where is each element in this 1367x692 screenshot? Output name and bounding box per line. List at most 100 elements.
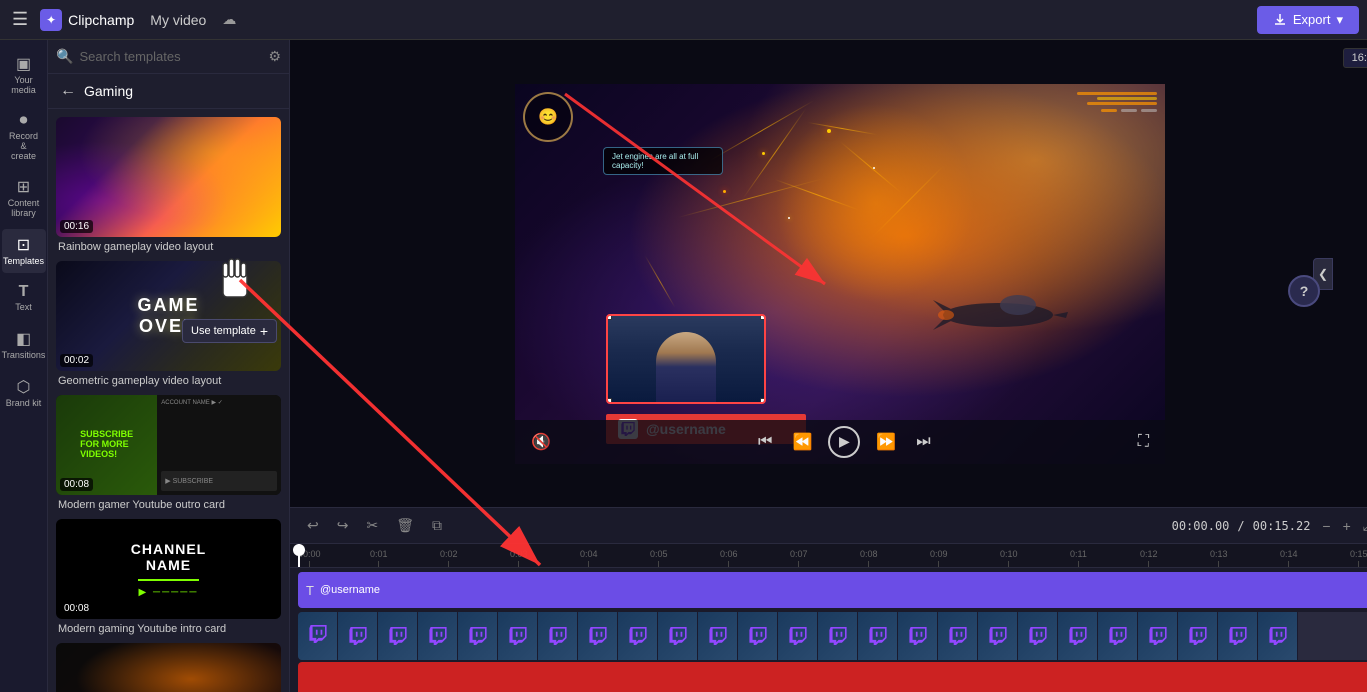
menu-icon[interactable]: ☰ [8,5,32,34]
timeline-tracks[interactable]: T @username [290,568,1367,692]
redo-btn[interactable]: ↪ [332,514,354,537]
panel-header: ← Gaming [48,74,289,109]
sidebar-item-templates[interactable]: ⊡ Templates [2,229,46,273]
copy-btn[interactable]: ⧉ [427,514,447,537]
ruler-mark-4: 0:04 [580,549,598,559]
cut-btn[interactable]: ✂ [361,514,383,537]
sidebar-item-transitions[interactable]: ◧ Transitions [2,323,46,367]
template-item-geometric[interactable]: GAME OVER 00:02 Use template + Geometric… [56,261,281,387]
template-item-outro[interactable]: SUBSCRIBEFOR MOREVIDEOS! ACCOUNT NAME ▶ … [56,395,281,511]
timeline-ruler: 00:00 0:01 0:02 0:03 0:04 [290,544,1367,568]
track-frame-21 [1098,612,1138,660]
rewind-btn[interactable]: ⏪ [788,430,816,454]
template-item-rainbow[interactable]: 00:16 Rainbow gameplay video layout [56,117,281,253]
track-overlay[interactable] [298,612,1367,660]
track-main-video[interactable] [298,662,1367,692]
track-frame-6 [498,612,538,660]
sidebar-icons: ▣ Your media ⏺ Record & create ⊞ Content… [0,40,48,692]
search-input[interactable] [79,49,262,64]
hud-overlay: 😊 Jet engines are all at full capacity! [523,92,1157,142]
tracks-inner: T @username [290,572,1367,692]
back-button[interactable]: ← [60,82,76,100]
resize-handle-tl[interactable] [606,314,612,320]
template-name-1: Rainbow gameplay video layout [56,241,281,253]
track-frame-11 [698,612,738,660]
track-frame-13 [778,612,818,660]
track-frame-4 [418,612,458,660]
track-frame-10 [658,612,698,660]
use-template-button[interactable]: Use template + [182,319,277,343]
panel-search: 🔍 ⚙ [48,40,289,74]
ruler-mark-10: 0:10 [1000,549,1018,559]
hud-bars [1077,92,1157,112]
undo-btn[interactable]: ↩ [302,514,324,537]
fit-btn[interactable]: ⤢ [1359,515,1367,536]
ruler-mark-7: 0:07 [790,549,808,559]
track-frame-20 [1058,612,1098,660]
track-text[interactable]: T @username [298,572,1367,608]
tmpl4-channel-text: CHANNELNAME [131,541,206,573]
template-name-2: Geometric gameplay video layout [56,375,281,387]
video-canvas: 😊 Jet engines are all at full capacity! [515,84,1165,464]
fullscreen-btn[interactable]: ⛶ [1134,431,1153,453]
track-frame-3 [378,612,418,660]
ruler-mark-1: 0:01 [370,549,388,559]
webcam-overlay[interactable] [606,314,766,404]
playhead-head [293,544,305,556]
app-logo[interactable]: ✦ Clipchamp [40,9,134,31]
zoom-out-btn[interactable]: − [1318,516,1334,536]
track-frame-15 [858,612,898,660]
transitions-label: Transitions [2,351,46,361]
sidebar-item-record-create[interactable]: ⏺ Record & create [2,106,46,168]
sidebar-item-content-library[interactable]: ⊞ Content library [2,171,46,225]
category-title: Gaming [84,83,133,99]
export-icon [1273,13,1287,27]
your-media-label: Your media [6,76,42,96]
forward-btn[interactable]: ⏩ [872,430,900,454]
track-frame-5 [458,612,498,660]
brand-kit-label: Brand kit [6,399,42,409]
resize-handle-bl[interactable] [606,398,612,404]
export-button[interactable]: Export ▾ [1257,6,1359,34]
filter-icon[interactable]: ⚙ [268,48,281,65]
app-name: Clipchamp [68,12,134,28]
templates-icon: ⊡ [17,235,30,255]
aspect-ratio-badge: 16:9 [1343,48,1367,68]
sidebar-item-your-media[interactable]: ▣ Your media [2,48,46,102]
ruler-mark-2: 0:02 [440,549,458,559]
ruler-mark-12: 0:12 [1140,549,1158,559]
template-item-sparks[interactable]: 00:05 Sparks gaming [56,643,281,692]
skip-to-start-btn[interactable]: ⏮ [754,431,776,453]
ruler-mark-14: 0:14 [1280,549,1298,559]
text-label: Text [15,303,32,313]
template-item-intro[interactable]: CHANNELNAME ▶ ───── 00:08 Modern gaming … [56,519,281,635]
track-frame-14 [818,612,858,660]
sidebar-item-text[interactable]: T Text [2,277,46,319]
timeline-area: ↩ ↪ ✂ 🗑 ⧉ 00:00.00 / 00:15.22 − + ⤢ [290,507,1367,692]
mute-btn[interactable]: 🔇 [527,430,555,454]
track-frame-25 [1258,612,1298,660]
ruler-mark-13: 0:13 [1210,549,1228,559]
track-frame-18 [978,612,1018,660]
transitions-icon: ◧ [16,329,31,349]
help-button[interactable]: ? [1288,275,1320,307]
project-name[interactable]: My video [142,8,214,32]
your-media-icon: ▣ [16,54,31,74]
template-duration-2: 00:02 [60,354,93,367]
delete-btn[interactable]: 🗑 [391,514,419,537]
template-duration-3: 00:08 [60,478,93,491]
playhead[interactable] [298,544,300,567]
ruler-mark-6: 0:06 [720,549,738,559]
template-name-4: Modern gaming Youtube intro card [56,623,281,635]
record-icon: ⏺ [19,112,27,130]
zoom-controls: − + ⤢ [1318,515,1367,536]
zoom-in-btn[interactable]: + [1339,516,1355,536]
tmpl3-account: ACCOUNT NAME ▶ ✓ [161,399,277,406]
track-frame-23 [1178,612,1218,660]
skip-to-end-btn[interactable]: ⏭ [912,431,934,453]
content-library-label: Content library [8,199,40,219]
play-pause-btn[interactable]: ▶ [828,426,860,458]
sidebar-item-brand-kit[interactable]: ⬡ Brand kit [2,371,46,415]
current-time: 00:00.00 [1172,519,1230,533]
export-chevron: ▾ [1336,12,1343,28]
